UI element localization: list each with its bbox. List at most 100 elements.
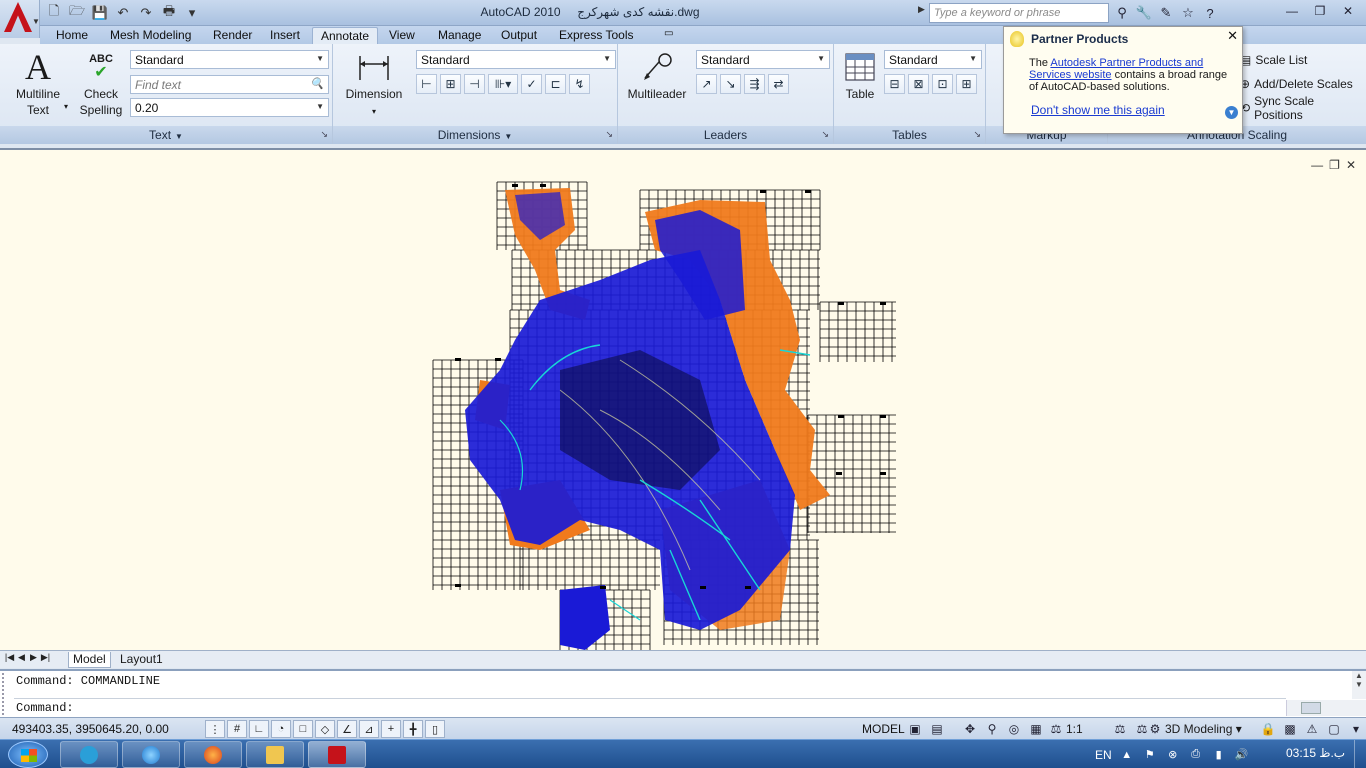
- find-replace-icon[interactable]: 🔍: [310, 77, 324, 90]
- telegram-taskbar-button[interactable]: [60, 741, 118, 768]
- explorer-taskbar-button[interactable]: [246, 741, 304, 768]
- devices-icon[interactable]: ⎙: [1188, 747, 1204, 763]
- minimize-icon[interactable]: —: [1311, 158, 1323, 172]
- zoom-icon[interactable]: ⚲: [982, 720, 1002, 738]
- multileader-button[interactable]: Multileader: [624, 50, 690, 102]
- city-map-drawing[interactable]: [0, 150, 1366, 650]
- find-text-input[interactable]: Find text 🔍: [130, 75, 329, 94]
- clock[interactable]: 03:15 ب.ظ: [1286, 746, 1345, 760]
- scale-list-button[interactable]: ▤ Scale List: [1240, 48, 1366, 72]
- tab-render[interactable]: Render: [205, 27, 260, 44]
- dim-space-icon[interactable]: ⊣: [464, 74, 485, 94]
- restore-icon[interactable]: ❐: [1308, 2, 1332, 20]
- tab-view[interactable]: View: [381, 27, 423, 44]
- snap-icon[interactable]: ⋮: [205, 720, 225, 738]
- next-layout-icon[interactable]: ▶: [28, 652, 39, 666]
- dimension-button[interactable]: Dimension ▾: [343, 50, 405, 120]
- qat-dropdown-icon[interactable]: ▾: [182, 4, 202, 22]
- volume-icon[interactable]: 🔊: [1234, 747, 1250, 763]
- check-spelling-button[interactable]: ABC ✔ Check Spelling: [76, 52, 126, 118]
- tab-manage[interactable]: Manage: [430, 27, 489, 44]
- align-leader-icon[interactable]: ⇶: [744, 74, 765, 94]
- command-grip[interactable]: [2, 673, 8, 715]
- annotation-scale[interactable]: 1:1: [1066, 722, 1083, 736]
- open-icon[interactable]: 🗁: [67, 3, 87, 22]
- tab-output[interactable]: Output: [493, 27, 545, 44]
- pan-icon[interactable]: ✥: [960, 720, 980, 738]
- help-icon[interactable]: ?: [1200, 3, 1220, 23]
- link-data-icon[interactable]: ⊠: [908, 74, 929, 94]
- tab-home[interactable]: Home: [48, 27, 96, 44]
- 3d-osnap-icon[interactable]: ◇: [315, 720, 335, 738]
- search-expand-icon[interactable]: ▶: [918, 4, 928, 22]
- restore-icon[interactable]: ❐: [1329, 158, 1340, 172]
- status-menu-icon[interactable]: ▾: [1346, 720, 1366, 738]
- start-button[interactable]: [8, 741, 48, 768]
- dimension-style-select[interactable]: Standard ▼: [416, 50, 616, 69]
- command-hscrollbar[interactable]: [1286, 700, 1366, 716]
- dimensions-panel-title[interactable]: Dimensions ▼ ↘: [333, 126, 617, 144]
- model-space-toggle[interactable]: MODEL: [862, 722, 905, 736]
- tab-mesh-modeling[interactable]: Mesh Modeling: [102, 27, 199, 44]
- annotation-visibility-icon[interactable]: ⚖: [1110, 720, 1130, 738]
- lock-icon[interactable]: 🔒: [1258, 720, 1278, 738]
- upload-source-icon[interactable]: ⊞: [956, 74, 977, 94]
- multiline-text-button[interactable]: A Multiline Text: [10, 49, 66, 118]
- subscription-icon[interactable]: 🔧: [1134, 3, 1154, 23]
- annotation-scale-icon[interactable]: ⚖: [1046, 720, 1066, 738]
- inspect-icon[interactable]: ✓: [521, 74, 542, 94]
- gear-icon[interactable]: ⚙: [1145, 720, 1165, 738]
- close-icon[interactable]: ✕: [1346, 158, 1356, 172]
- command-prompt[interactable]: Command:: [16, 701, 74, 715]
- tables-panel-title[interactable]: Tables ↘: [834, 126, 985, 144]
- close-icon[interactable]: ✕: [1336, 2, 1360, 20]
- show-desktop-button[interactable]: [1354, 740, 1366, 768]
- tab-layout1[interactable]: Layout1: [116, 652, 167, 668]
- showmotion-icon[interactable]: ▦: [1026, 720, 1046, 738]
- grid-icon[interactable]: #: [227, 720, 247, 738]
- expand-icon[interactable]: ▼: [1225, 106, 1238, 119]
- multileader-style-select[interactable]: Standard ▼: [696, 50, 830, 69]
- dyn-icon[interactable]: +: [381, 720, 401, 738]
- autocad-taskbar-button[interactable]: [308, 741, 366, 768]
- workspace-switch[interactable]: 3D Modeling ▾: [1165, 722, 1242, 736]
- dialog-launcher-icon[interactable]: ↘: [821, 129, 829, 140]
- undo-icon[interactable]: ↶: [113, 4, 133, 22]
- ducs-icon[interactable]: ⊿: [359, 720, 379, 738]
- prev-layout-icon[interactable]: ◀: [16, 652, 27, 666]
- osnap-icon[interactable]: □: [293, 720, 313, 738]
- quick-properties-icon[interactable]: ▯: [425, 720, 445, 738]
- dim-update-icon[interactable]: ↯: [569, 74, 590, 94]
- text-height-select[interactable]: 0.20 ▼: [130, 98, 329, 117]
- language-indicator[interactable]: EN: [1095, 748, 1112, 762]
- plot-icon[interactable]: 🖶: [159, 3, 179, 22]
- tab-express-tools[interactable]: Express Tools: [551, 27, 641, 44]
- clean-screen-icon[interactable]: ▢: [1324, 720, 1344, 738]
- tab-insert[interactable]: Insert: [262, 27, 308, 44]
- text-style-select[interactable]: Standard ▼: [130, 50, 329, 69]
- add-delete-scales-button[interactable]: ⊕ Add/Delete Scales: [1240, 72, 1366, 96]
- baseline-icon[interactable]: ⊞: [440, 74, 461, 94]
- ie-taskbar-button[interactable]: [122, 741, 180, 768]
- binoculars-icon[interactable]: ⚲: [1112, 3, 1132, 23]
- table-style-select[interactable]: Standard ▼: [884, 50, 982, 69]
- dim-break-icon[interactable]: ⊪▾: [488, 74, 518, 94]
- extract-data-icon[interactable]: ⊟: [884, 74, 905, 94]
- new-icon[interactable]: 🗋: [44, 3, 64, 22]
- save-icon[interactable]: 💾: [90, 4, 110, 22]
- otrack-icon[interactable]: ∠: [337, 720, 357, 738]
- network-icon[interactable]: ▮: [1211, 747, 1227, 763]
- dialog-launcher-icon[interactable]: ↘: [605, 129, 613, 140]
- add-leader-icon[interactable]: ↗: [696, 74, 717, 94]
- close-icon[interactable]: ✕: [1227, 28, 1238, 44]
- tab-annotate[interactable]: Annotate: [312, 27, 379, 44]
- quick-view-layouts-icon[interactable]: ▣: [905, 720, 925, 738]
- application-menu-button[interactable]: ▼: [0, 0, 40, 38]
- coordinates-readout[interactable]: 493403.35, 3950645.20, 0.00: [12, 722, 169, 736]
- sync-scale-positions-button[interactable]: ⟲ Sync Scale Positions: [1240, 94, 1366, 122]
- first-layout-icon[interactable]: |◀: [4, 652, 15, 666]
- remove-leader-icon[interactable]: ↘: [720, 74, 741, 94]
- ortho-icon[interactable]: ∟: [249, 720, 269, 738]
- download-source-icon[interactable]: ⊡: [932, 74, 953, 94]
- search-input[interactable]: Type a keyword or phrase: [929, 3, 1109, 23]
